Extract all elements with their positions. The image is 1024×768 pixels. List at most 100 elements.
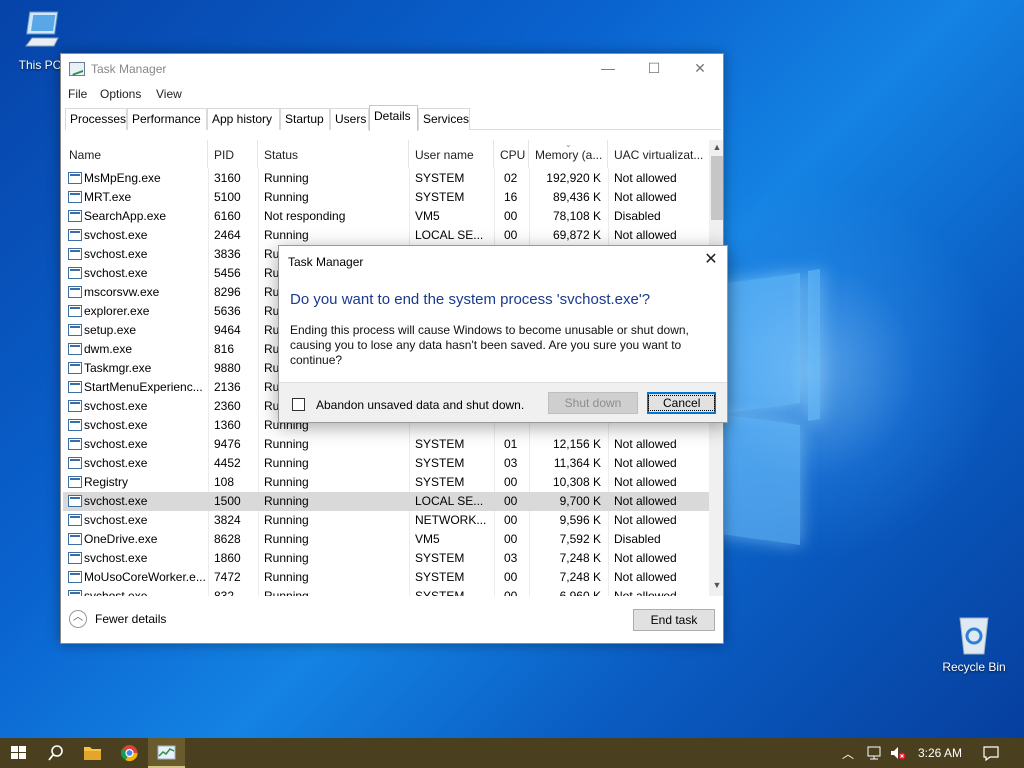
scroll-up-icon[interactable]: ▲ (709, 142, 723, 152)
cell-status: Not responding (264, 209, 346, 223)
column-header-status[interactable]: Status (258, 140, 409, 168)
computer-icon (18, 10, 62, 54)
cell-name: svchost.exe (84, 513, 148, 527)
scroll-down-icon[interactable]: ▼ (709, 580, 723, 590)
table-row[interactable]: MsMpEng.exe 3160 Running SYSTEM 02 192,920 K N… (63, 169, 709, 188)
table-row[interactable]: svchost.exe 1860 Running SYSTEM 03 7,248 K Not… (63, 549, 709, 568)
cell-pid: 3824 (214, 513, 241, 527)
table-row[interactable]: svchost.exe 832 Running SYSTEM 00 6,960 K Not … (63, 587, 709, 596)
cell-user: LOCAL SE... (415, 228, 484, 242)
cell-pid: 1860 (214, 551, 241, 565)
cell-pid: 9880 (214, 361, 241, 375)
cell-name: mscorsvw.exe (84, 285, 160, 299)
process-icon (68, 533, 82, 545)
process-icon (68, 362, 82, 374)
column-header-user-name[interactable]: User name (409, 140, 494, 168)
table-row[interactable]: svchost.exe 1500 Running LOCAL SE... 00 9,700… (63, 492, 709, 511)
cell-status: Running (264, 551, 309, 565)
action-center-icon[interactable] (982, 745, 1000, 764)
cancel-button[interactable]: Cancel (647, 392, 716, 414)
column-header-cpu[interactable]: CPU (494, 140, 529, 168)
tab-users[interactable]: Users (330, 108, 369, 130)
cell-cpu: 00 (504, 532, 518, 546)
taskbar-chrome[interactable] (111, 738, 148, 768)
taskbar-task-manager[interactable] (148, 738, 185, 768)
show-hidden-icons-chevron-up-icon[interactable]: ︿ (842, 745, 854, 762)
cell-pid: 8296 (214, 285, 241, 299)
menu-options[interactable]: Options (100, 87, 141, 101)
cell-status: Running (264, 570, 309, 584)
cell-memory: 9,596 K (559, 513, 601, 527)
search-button[interactable] (37, 738, 74, 768)
network-icon[interactable] (866, 745, 884, 764)
cell-name: svchost.exe (84, 494, 148, 508)
clock[interactable]: 3:26 AM (918, 746, 962, 760)
abandon-data-label[interactable]: Abandon unsaved data and shut down. (316, 398, 524, 412)
cell-name: svchost.exe (84, 399, 148, 413)
process-icon (68, 419, 82, 431)
cell-user: SYSTEM (415, 190, 465, 204)
desktop-icon-label: Recycle Bin (942, 660, 1006, 674)
column-header-pid[interactable]: PID (208, 140, 258, 168)
start-button[interactable] (0, 738, 37, 768)
search-icon (48, 745, 63, 761)
dialog-close-icon[interactable]: ✕ (701, 250, 721, 270)
process-icon (68, 400, 82, 412)
abandon-data-checkbox[interactable] (292, 398, 305, 411)
volume-muted-icon[interactable] (889, 745, 907, 764)
cell-memory: 6,960 K (559, 589, 601, 596)
tab-strip: Processes Performance App history Startu… (65, 105, 721, 131)
table-row[interactable]: svchost.exe 3824 Running NETWORK... 00 9,596 … (63, 511, 709, 530)
dialog-title: Task Manager (288, 255, 364, 269)
column-header-uac[interactable]: UAC virtualizat... (608, 140, 709, 168)
cell-uac: Not allowed (614, 190, 677, 204)
close-button[interactable]: ✕ (677, 54, 723, 84)
tab-services[interactable]: Services (418, 108, 470, 130)
title-bar[interactable]: Task Manager — ☐ ✕ (61, 54, 723, 84)
table-row[interactable]: svchost.exe 2464 Running LOCAL SE... 00 69,87… (63, 226, 709, 245)
cell-name: SearchApp.exe (84, 209, 167, 223)
table-row[interactable]: MRT.exe 5100 Running SYSTEM 16 89,436 K Not al… (63, 188, 709, 207)
tab-startup[interactable]: Startup (280, 108, 330, 130)
process-icon (68, 514, 82, 526)
tab-processes[interactable]: Processes (65, 108, 127, 130)
tab-app-history[interactable]: App history (207, 108, 280, 130)
menu-file[interactable]: File (68, 87, 87, 101)
tab-performance[interactable]: Performance (127, 108, 207, 130)
table-row[interactable]: svchost.exe 9476 Running SYSTEM 01 12,156 K No… (63, 435, 709, 454)
cell-name: MsMpEng.exe (84, 171, 161, 185)
tab-details[interactable]: Details (369, 105, 418, 131)
end-task-button[interactable]: End task (633, 609, 715, 631)
process-icon (68, 438, 82, 450)
cell-user: SYSTEM (415, 456, 465, 470)
process-icon (68, 172, 82, 184)
minimize-button[interactable]: — (585, 54, 631, 84)
maximize-button[interactable]: ☐ (631, 54, 677, 84)
cell-status: Running (264, 494, 309, 508)
process-icon (68, 324, 82, 336)
process-icon (68, 229, 82, 241)
cell-uac: Not allowed (614, 551, 677, 565)
table-row[interactable]: OneDrive.exe 8628 Running VM5 00 7,592 K Disab… (63, 530, 709, 549)
menu-view[interactable]: View (156, 87, 182, 101)
cell-cpu: 03 (504, 456, 518, 470)
shut-down-button[interactable]: Shut down (548, 392, 638, 414)
cell-name: StartMenuExperienc... (84, 380, 203, 394)
process-icon (68, 343, 82, 355)
cell-status: Running (264, 437, 309, 451)
cell-user: LOCAL SE... (415, 494, 484, 508)
cell-pid: 2360 (214, 399, 241, 413)
desktop-icon-recycle-bin[interactable]: Recycle Bin (936, 612, 1012, 674)
table-row[interactable]: svchost.exe 4452 Running SYSTEM 03 11,364 K No… (63, 454, 709, 473)
table-row[interactable]: Registry 108 Running SYSTEM 00 10,308 K Not al… (63, 473, 709, 492)
table-row[interactable]: SearchApp.exe 6160 Not responding VM5 00 78,1… (63, 207, 709, 226)
cell-uac: Not allowed (614, 228, 677, 242)
dialog-heading: Do you want to end the system process 's… (290, 291, 651, 308)
column-header-name[interactable]: Name (63, 140, 208, 168)
taskbar-file-explorer[interactable] (74, 738, 111, 768)
scrollbar-thumb[interactable] (711, 156, 723, 220)
table-row[interactable]: MoUsoCoreWorker.e... 7472 Running SYSTEM 00 7… (63, 568, 709, 587)
process-icon (68, 495, 82, 507)
cell-memory: 192,920 K (546, 171, 601, 185)
cell-cpu: 16 (504, 190, 518, 204)
